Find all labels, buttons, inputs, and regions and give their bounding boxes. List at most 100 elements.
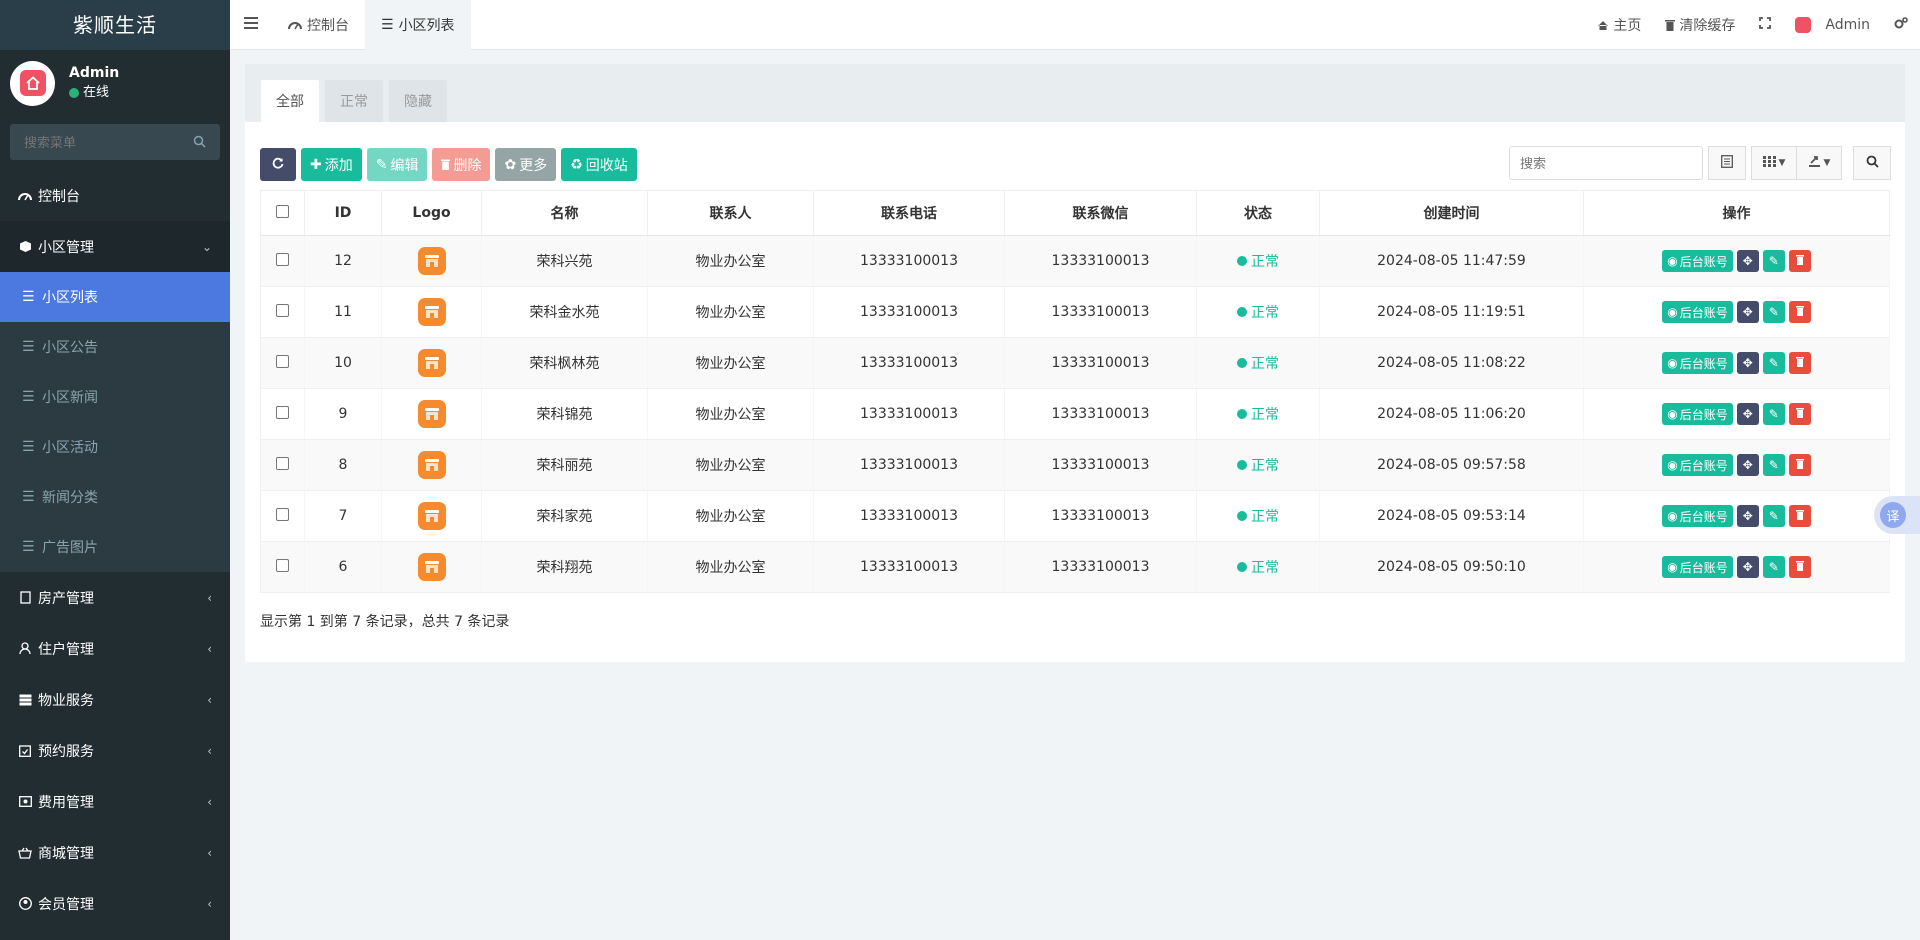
recycle-bin-button[interactable]: ♻ 回收站: [561, 148, 637, 181]
admin-account-button[interactable]: ◉ 后台账号: [1662, 505, 1733, 527]
status-label: 正常: [1251, 407, 1279, 423]
drag-sort-button[interactable]: ✥: [1736, 505, 1759, 527]
column-header-contact: 联系人: [647, 190, 814, 236]
row-edit-button[interactable]: ✎: [1762, 556, 1785, 578]
sidebar-item-activity[interactable]: ☰ 小区活动: [0, 422, 230, 472]
sidebar-item-news[interactable]: ☰ 小区新闻: [0, 372, 230, 422]
row-checkbox[interactable]: [276, 354, 289, 368]
row-delete-button[interactable]: [1788, 556, 1811, 578]
table-search-input[interactable]: [1509, 146, 1703, 180]
drag-sort-button[interactable]: ✥: [1736, 556, 1759, 578]
row-checkbox[interactable]: [276, 507, 289, 521]
toggle-view-button[interactable]: [1708, 146, 1746, 180]
table-row[interactable]: 8 荣科丽苑 物业办公室 13333100013 13333100013 正常 …: [260, 439, 1890, 491]
drag-sort-button[interactable]: ✥: [1736, 352, 1759, 374]
cell-id: 9: [304, 388, 382, 440]
select-all-checkbox[interactable]: [276, 204, 289, 218]
tab-hidden[interactable]: 隐藏: [389, 80, 447, 122]
table-row[interactable]: 6 荣科翔苑 物业办公室 13333100013 13333100013 正常 …: [260, 541, 1890, 593]
admin-account-button[interactable]: ◉ 后台账号: [1662, 301, 1733, 323]
store-logo-icon[interactable]: [417, 298, 446, 326]
store-logo-icon[interactable]: [417, 451, 446, 479]
table-row[interactable]: 11 荣科金水苑 物业办公室 13333100013 13333100013 正…: [260, 286, 1890, 338]
table-row[interactable]: 9 荣科锦苑 物业办公室 13333100013 13333100013 正常 …: [260, 388, 1890, 440]
tab-label: 小区列表: [398, 17, 455, 34]
row-edit-button[interactable]: ✎: [1762, 301, 1785, 323]
tab-dashboard[interactable]: 控制台: [272, 0, 365, 50]
sidebar-item-news-category[interactable]: ☰ 新闻分类: [0, 472, 230, 522]
row-edit-button[interactable]: ✎: [1762, 403, 1785, 425]
row-edit-button[interactable]: ✎: [1762, 352, 1785, 374]
edit-button[interactable]: ✎ 编辑: [366, 148, 428, 181]
admin-account-button[interactable]: ◉ 后台账号: [1662, 352, 1733, 374]
sidebar-item-property[interactable]: 房产管理 ‹: [0, 572, 230, 623]
sidebar-item-residents[interactable]: 住户管理 ‹: [0, 623, 230, 674]
sidebar-item-fees[interactable]: 费用管理 ‹: [0, 776, 230, 827]
app-logo[interactable]: 紫顺生活: [0, 0, 230, 50]
admin-account-button[interactable]: ◉ 后台账号: [1662, 556, 1733, 578]
row-checkbox[interactable]: [276, 303, 289, 317]
row-delete-button[interactable]: [1788, 505, 1811, 527]
refresh-button[interactable]: [260, 148, 296, 181]
tab-normal[interactable]: 正常: [325, 80, 383, 122]
drag-sort-button[interactable]: ✥: [1736, 250, 1759, 272]
row-checkbox[interactable]: [276, 558, 289, 572]
menu-search-input[interactable]: [10, 134, 190, 150]
row-delete-button[interactable]: [1788, 352, 1811, 374]
row-delete-button[interactable]: [1788, 454, 1811, 476]
sidebar-toggle[interactable]: [230, 0, 272, 50]
sidebar-item-dashboard[interactable]: 控制台: [0, 170, 230, 221]
trash-icon: [1795, 356, 1804, 370]
row-edit-button[interactable]: ✎: [1762, 250, 1785, 272]
column-header-id[interactable]: ID: [304, 190, 382, 236]
admin-account-button[interactable]: ◉ 后台账号: [1662, 250, 1733, 272]
settings-button[interactable]: [1882, 0, 1920, 50]
sidebar-item-members[interactable]: 会员管理 ‹: [0, 878, 230, 929]
table-row[interactable]: 12 荣科兴苑 物业办公室 13333100013 13333100013 正常…: [260, 235, 1890, 287]
columns-button[interactable]: ▼: [1751, 146, 1797, 180]
row-checkbox[interactable]: [276, 405, 289, 419]
store-logo-icon[interactable]: [417, 349, 446, 377]
store-logo-icon[interactable]: [417, 400, 446, 428]
sidebar-item-ad-images[interactable]: ☰ 广告图片: [0, 522, 230, 572]
status-tabs: 全部 正常 隐藏: [245, 64, 1905, 122]
fullscreen-button[interactable]: [1747, 0, 1783, 50]
sidebar-item-community-list[interactable]: ☰ 小区列表: [0, 272, 230, 322]
search-icon[interactable]: [193, 135, 206, 152]
sidebar-item-label: 小区活动: [42, 440, 98, 456]
cell-status: 正常: [1196, 235, 1320, 287]
sidebar-item-booking[interactable]: 预约服务 ‹: [0, 725, 230, 776]
admin-account-button[interactable]: ◉ 后台账号: [1662, 403, 1733, 425]
store-logo-icon[interactable]: [417, 553, 446, 581]
sidebar-item-announcement[interactable]: ☰ 小区公告: [0, 322, 230, 372]
tab-community-list[interactable]: ☰ 小区列表: [365, 0, 471, 50]
store-logo-icon[interactable]: [417, 502, 446, 530]
store-logo-icon[interactable]: [417, 247, 446, 275]
row-delete-button[interactable]: [1788, 403, 1811, 425]
table-row[interactable]: 10 荣科枫林苑 物业办公室 13333100013 13333100013 正…: [260, 337, 1890, 389]
admin-account-button[interactable]: ◉ 后台账号: [1662, 454, 1733, 476]
drag-sort-button[interactable]: ✥: [1736, 454, 1759, 476]
user-menu[interactable]: Admin: [1783, 0, 1882, 50]
more-button[interactable]: ✿ 更多: [495, 148, 557, 181]
export-button[interactable]: ▼: [1796, 146, 1842, 180]
delete-button[interactable]: 删除: [432, 148, 491, 181]
add-button[interactable]: ✚ 添加: [301, 148, 362, 181]
row-checkbox[interactable]: [276, 252, 289, 266]
clear-cache-button[interactable]: 清除缓存: [1653, 0, 1747, 50]
translate-button[interactable]: 译: [1874, 496, 1920, 534]
sidebar-item-community[interactable]: 小区管理 ⌄: [0, 221, 230, 272]
home-link[interactable]: 主页: [1585, 0, 1653, 50]
row-delete-button[interactable]: [1788, 250, 1811, 272]
row-delete-button[interactable]: [1788, 301, 1811, 323]
table-row[interactable]: 7 荣科家苑 物业办公室 13333100013 13333100013 正常 …: [260, 490, 1890, 542]
advanced-search-button[interactable]: [1853, 146, 1891, 180]
sidebar-item-shop[interactable]: 商城管理 ‹: [0, 827, 230, 878]
sidebar-item-services[interactable]: 物业服务 ‹: [0, 674, 230, 725]
tab-all[interactable]: 全部: [261, 80, 319, 122]
drag-sort-button[interactable]: ✥: [1736, 301, 1759, 323]
row-edit-button[interactable]: ✎: [1762, 454, 1785, 476]
row-edit-button[interactable]: ✎: [1762, 505, 1785, 527]
drag-sort-button[interactable]: ✥: [1736, 403, 1759, 425]
row-checkbox[interactable]: [276, 456, 289, 470]
